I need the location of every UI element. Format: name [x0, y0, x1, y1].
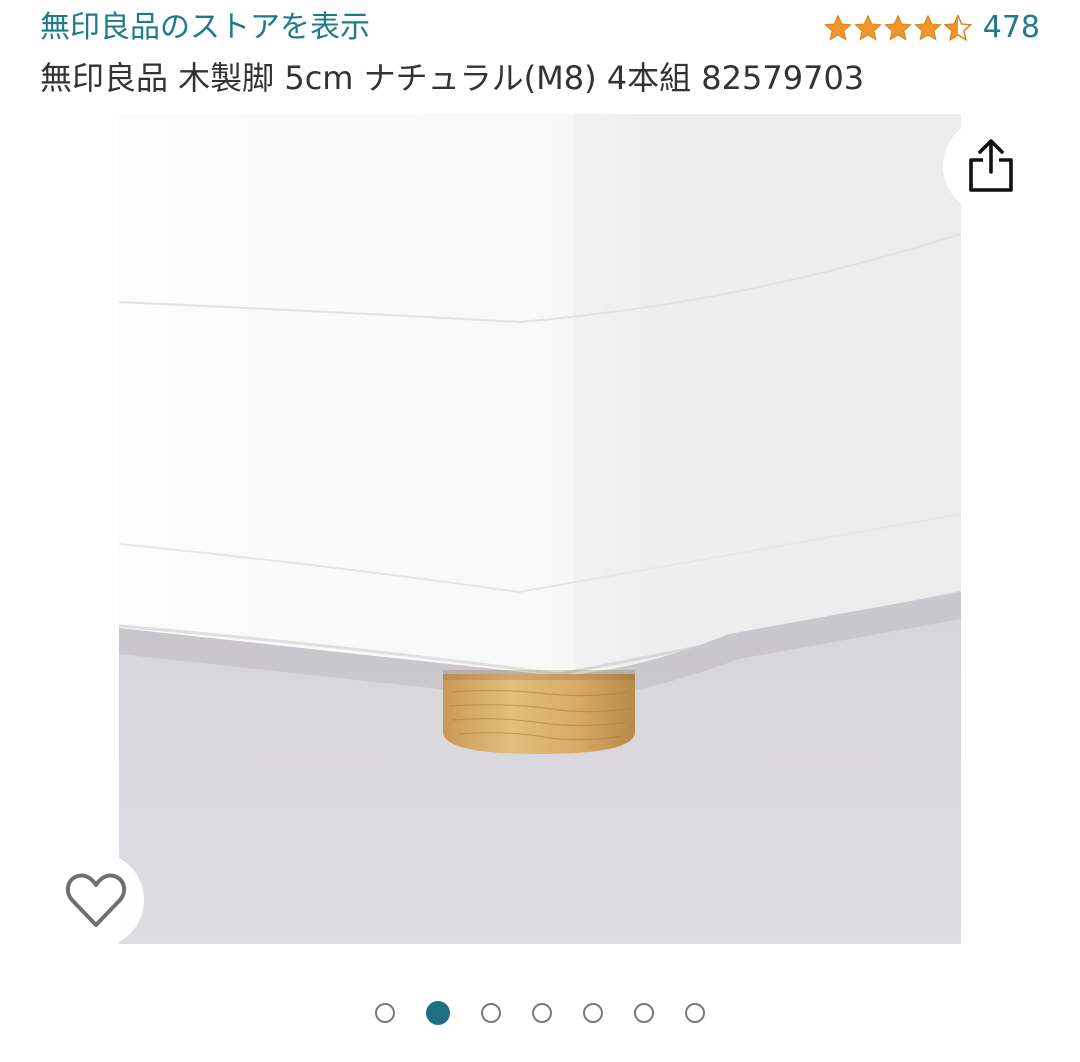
- star-full-icon: [913, 13, 943, 43]
- product-image[interactable]: [119, 114, 961, 944]
- star-full-icon: [853, 13, 883, 43]
- star-half-icon: [943, 13, 973, 43]
- rating-count[interactable]: 478: [983, 8, 1040, 48]
- carousel-dot[interactable]: [532, 1003, 552, 1023]
- product-title: 無印良品 木製脚 5cm ナチュラル(M8) 4本組 82579703: [40, 59, 865, 97]
- rating-summary[interactable]: 478: [823, 8, 1040, 48]
- store-link[interactable]: 無印良品のストアを表示: [40, 8, 370, 48]
- carousel-dot[interactable]: [634, 1003, 654, 1023]
- heart-outline-icon: [64, 871, 128, 929]
- star-full-icon: [883, 13, 913, 43]
- share-button[interactable]: [943, 118, 1039, 214]
- carousel-dot[interactable]: [375, 1003, 395, 1023]
- carousel-dot[interactable]: [583, 1003, 603, 1023]
- favorite-button[interactable]: [48, 852, 144, 948]
- share-icon: [966, 138, 1016, 194]
- star-full-icon: [823, 13, 853, 43]
- carousel-dot[interactable]: [481, 1003, 501, 1023]
- carousel-dot-active[interactable]: [426, 1001, 450, 1025]
- carousel-dots: [0, 1000, 1080, 1026]
- carousel-dot[interactable]: [685, 1003, 705, 1023]
- star-rating: [823, 13, 973, 43]
